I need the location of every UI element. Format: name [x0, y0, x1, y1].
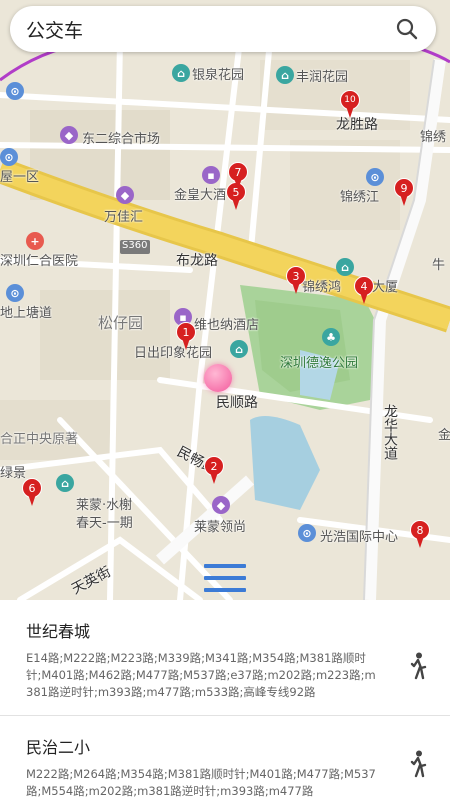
residence-icon: ⌂ [56, 474, 74, 492]
map-label: 维也纳酒店 [194, 318, 260, 333]
residence-icon: ⌂ [230, 340, 248, 358]
map-pin[interactable]: 2 [204, 456, 224, 486]
map-pin[interactable]: 4 [354, 276, 374, 306]
map-label: 深圳仁合医院 [0, 254, 79, 269]
map-label: 布龙路 [176, 253, 218, 269]
map-label: 万佳汇 [104, 210, 144, 225]
search-icon[interactable] [394, 16, 420, 42]
list-item[interactable]: 民治二小 M222路;M264路;M354路;M381路顺时针;M401路;M4… [0, 716, 450, 800]
map-label: 牛 [432, 258, 446, 273]
building-icon: ⊙ [366, 168, 384, 186]
hotel-icon: ▪ [202, 166, 220, 184]
map-pin[interactable]: 10 [340, 90, 360, 120]
map-pin[interactable]: 3 [286, 266, 306, 296]
stop-routes: E14路;M222路;M223路;M339路;M341路;M354路;M381路… [26, 651, 376, 699]
search-input[interactable]: 公交车 [26, 16, 394, 43]
map-label: 地上塘道 [0, 306, 53, 321]
building-icon: ⊙ [298, 524, 316, 542]
current-location-marker [204, 364, 232, 392]
park-icon: ♣ [322, 328, 340, 346]
map-label: 深圳德逸公园 [280, 356, 359, 371]
bus-stop-icon: ⊙ [6, 82, 24, 100]
residence-icon: ⌂ [276, 66, 294, 84]
map-label: 春天-一期 [76, 516, 133, 531]
building-icon: ⊙ [6, 284, 24, 302]
map-label: 东二综合市场 [82, 132, 161, 147]
stop-routes: M222路;M264路;M354路;M381路顺时针;M401路;M477路;M… [26, 767, 376, 798]
map-label: 松仔园 [98, 314, 144, 332]
shop-icon: ◆ [116, 186, 134, 204]
road-badge: S360 [122, 240, 148, 251]
walk-icon[interactable] [406, 750, 430, 778]
map-pin[interactable]: 6 [22, 478, 42, 508]
map-label: 日出印象花园 [134, 346, 213, 361]
map-label: 金 [438, 428, 450, 443]
search-bar[interactable]: 公交车 [10, 6, 436, 52]
list-item[interactable]: 世纪春城 E14路;M222路;M223路;M339路;M341路;M354路;… [0, 600, 450, 716]
walk-icon[interactable] [406, 652, 430, 680]
map-label: 锦绣 [420, 130, 447, 145]
map-pin[interactable]: 8 [410, 520, 430, 550]
shop-icon: ◆ [212, 496, 230, 514]
map-label: 大厦 [372, 280, 399, 295]
map-label: 莱蒙领尚 [194, 520, 247, 535]
stop-name: 民治二小 [26, 738, 91, 757]
shop-icon: ◆ [60, 126, 78, 144]
map-label: 民顺路 [216, 395, 258, 411]
menu-toggle-button[interactable] [204, 564, 246, 592]
residence-icon: ⌂ [336, 258, 354, 276]
map-label: 莱蒙·水榭 [76, 498, 133, 513]
map-label: 锦绣鸿 [302, 280, 342, 295]
map-view[interactable]: 银泉花园 丰润花园 龙胜路 锦绣 东二综合市场 屋一区 金皇大酒 锦绣江 万佳汇… [0, 0, 450, 600]
map-label: 锦绣江 [340, 190, 380, 205]
map-label: 金皇大酒 [174, 188, 227, 203]
map-label: 丰润花园 [296, 70, 349, 85]
map-pin[interactable]: 1 [176, 322, 196, 352]
stop-name: 世纪春城 [26, 622, 91, 641]
hospital-icon: + [26, 232, 44, 250]
map-pin[interactable]: 7 [228, 162, 248, 192]
residence-icon: ⌂ [172, 64, 190, 82]
map-label: 合正中央原著 [0, 432, 79, 447]
building-icon: ⊙ [0, 148, 18, 166]
map-label: 屋一区 [0, 170, 40, 185]
map-label: 龙华大道 [382, 404, 398, 460]
bus-stop-list: 世纪春城 E14路;M222路;M223路;M339路;M341路;M354路;… [0, 600, 450, 800]
map-label: 光浩国际中心 [320, 530, 399, 545]
map-pin[interactable]: 9 [394, 178, 414, 208]
map-label: 银泉花园 [192, 68, 245, 83]
